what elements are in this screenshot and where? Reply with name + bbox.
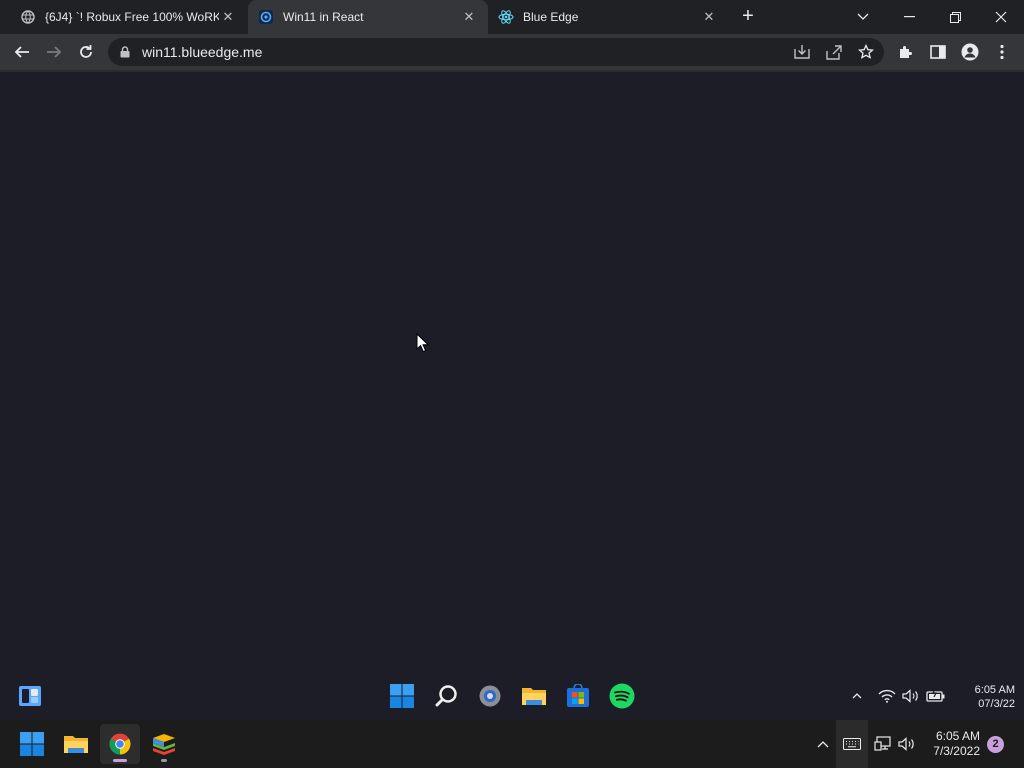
close-icon: [995, 11, 1007, 23]
volume-icon[interactable]: [896, 734, 918, 754]
chevron-up-icon[interactable]: [846, 682, 868, 710]
reload-icon: [80, 45, 92, 58]
battery-icon[interactable]: [924, 682, 948, 710]
close-icon[interactable]: ✕: [219, 8, 237, 26]
system-taskbar: 6:05 AM 7/3/2022: [0, 720, 1024, 768]
minimize-button[interactable]: [886, 0, 932, 34]
chevron-down-icon: [857, 13, 869, 20]
tab-strip: {6J4} `! Robux Free 100% WoRKin ✕ Win11 …: [0, 0, 1024, 34]
system-clock-date: 7/3/2022: [933, 744, 980, 758]
taskbar-file-explorer[interactable]: [56, 724, 96, 764]
globe-icon: [20, 9, 36, 25]
bookmark-button[interactable]: [852, 38, 880, 66]
settings-icon[interactable]: [476, 682, 504, 710]
chrome-icon: [109, 733, 131, 755]
start-button[interactable]: [12, 724, 52, 764]
star-icon: [858, 44, 874, 59]
win11-react-icon: [258, 9, 274, 25]
spotify-icon[interactable]: [608, 682, 636, 710]
forward-button[interactable]: [40, 38, 68, 66]
volume-icon[interactable]: [900, 682, 922, 710]
wifi-icon[interactable]: [876, 682, 898, 710]
arrow-right-icon: [47, 46, 62, 58]
kebab-menu-icon: [1000, 44, 1004, 60]
web-clock-time: 6:05 AM: [974, 684, 1015, 696]
start-icon: [20, 732, 44, 756]
search-icon[interactable]: [433, 682, 461, 710]
tab-title: Blue Edge: [523, 10, 579, 24]
address-bar[interactable]: win11.blueedge.me: [108, 38, 884, 66]
running-indicator: [161, 759, 167, 762]
restore-icon: [949, 11, 961, 23]
store-icon[interactable]: [564, 682, 592, 710]
install-icon: [794, 45, 810, 59]
notification-badge[interactable]: 2: [987, 736, 1004, 753]
arrow-left-icon: [14, 46, 29, 58]
file-explorer-icon[interactable]: [520, 682, 548, 710]
puzzle-icon: [900, 46, 912, 58]
lock-icon[interactable]: [120, 46, 134, 58]
share-icon: [826, 45, 842, 60]
install-app-button[interactable]: [788, 38, 816, 66]
taskbar-bluestacks[interactable]: [144, 724, 184, 764]
tab-title: {6J4} `! Robux Free 100% WoRKin: [45, 10, 219, 24]
active-indicator: [113, 759, 127, 762]
network-icon[interactable]: [872, 734, 894, 754]
reload-button[interactable]: [72, 38, 100, 66]
extensions-button[interactable]: [892, 38, 920, 66]
minimize-icon: [903, 16, 915, 18]
side-panel-icon: [930, 45, 946, 59]
chevron-up-icon[interactable]: [812, 734, 834, 754]
share-button[interactable]: [820, 38, 848, 66]
taskbar-chrome[interactable]: [100, 724, 140, 764]
tab-blue-edge[interactable]: Blue Edge ✕: [488, 0, 728, 34]
webpage-desktop[interactable]: [0, 72, 1024, 720]
tab-robux[interactable]: {6J4} `! Robux Free 100% WoRKin ✕: [0, 0, 247, 34]
menu-button[interactable]: [988, 38, 1016, 66]
file-explorer-icon: [64, 736, 88, 753]
url-text: win11.blueedge.me: [142, 44, 263, 60]
new-tab-button[interactable]: +: [737, 6, 759, 28]
restore-button[interactable]: [932, 0, 978, 34]
close-icon[interactable]: ✕: [700, 8, 718, 26]
widgets-icon[interactable]: [16, 682, 44, 710]
profile-button[interactable]: [956, 38, 984, 66]
back-button[interactable]: [8, 38, 36, 66]
start-icon[interactable]: [388, 682, 416, 710]
system-clock[interactable]: 6:05 AM 7/3/2022: [922, 729, 980, 759]
react-icon: [498, 9, 514, 25]
mouse-cursor-icon: [416, 332, 430, 358]
web-taskbar: [0, 672, 1024, 720]
bluestacks-icon: [153, 734, 175, 755]
touch-keyboard-button[interactable]: [836, 720, 868, 768]
tab-win11-react[interactable]: Win11 in React ✕: [248, 0, 488, 34]
browser-toolbar: win11.blueedge.me: [0, 34, 1024, 70]
system-clock-time: 6:05 AM: [935, 729, 980, 743]
keyboard-icon: [843, 738, 861, 750]
web-clock[interactable]: 6:05 AM 07/3/22: [953, 683, 1015, 711]
profile-icon: [961, 43, 979, 61]
web-clock-date: 07/3/22: [978, 698, 1015, 710]
close-icon[interactable]: ✕: [460, 8, 478, 26]
tab-search-button[interactable]: [840, 0, 886, 34]
close-window-button[interactable]: [978, 0, 1024, 34]
tab-title: Win11 in React: [283, 10, 364, 24]
side-panel-button[interactable]: [924, 38, 952, 66]
